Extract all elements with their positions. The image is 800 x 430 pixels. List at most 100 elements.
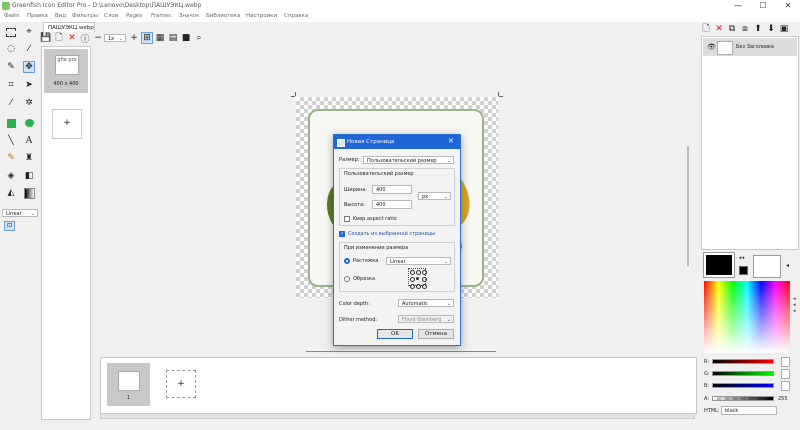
cancel-button[interactable]: Отмена [418, 329, 454, 339]
move-up-icon[interactable]: ⬆ [752, 23, 764, 35]
add-page-button[interactable]: + [52, 109, 82, 139]
selection-mode-icon[interactable]: ⊡ [4, 221, 15, 231]
layers-panel: 👁 Без Заголовка [701, 36, 799, 250]
crop-icon[interactable]: ⌗ [5, 79, 17, 91]
color-spectrum[interactable] [704, 281, 790, 353]
color-menu-icon[interactable]: ◂ [786, 262, 789, 269]
ellipse-icon[interactable] [23, 117, 35, 129]
merge-layer-icon[interactable]: ⧈ [739, 23, 751, 35]
search-icon[interactable]: ⌕ [193, 32, 205, 44]
menu-library[interactable]: Библиотека [206, 13, 240, 19]
swap-colors-icon[interactable]: ↔ [739, 254, 745, 262]
smudge-icon[interactable]: ◭ [5, 187, 17, 199]
dither-select[interactable]: Floyd-Steinberg ⌄ [398, 315, 454, 323]
eye-icon[interactable]: 👁 [707, 43, 716, 51]
custom-size-group: Пользовательский размер Ширина: 400 Высо… [339, 168, 455, 226]
zoom-out-icon[interactable]: − [92, 32, 104, 44]
frame-thumbnail[interactable]: 1 [107, 363, 150, 406]
ok-button[interactable]: OK [377, 329, 413, 339]
anchor-grid[interactable] [408, 268, 427, 289]
red-slider[interactable] [712, 359, 774, 364]
menu-icon[interactable]: Значок [179, 13, 199, 19]
brush-icon[interactable]: ✎ [5, 152, 17, 164]
secondary-color-swatch[interactable] [753, 255, 781, 278]
fit-view-icon[interactable]: ⊞ [141, 32, 153, 44]
rect-select-icon[interactable] [5, 26, 17, 38]
gradient-icon[interactable] [23, 187, 35, 199]
document-tab[interactable]: ПАШУЭКЦ.webp [43, 22, 95, 32]
color-depth-select[interactable]: Automatic ⌄ [398, 299, 454, 307]
menu-settings[interactable]: Настройки [246, 13, 277, 19]
maximize-button[interactable]: ☐ [751, 0, 775, 12]
primary-color-swatch[interactable] [703, 252, 735, 278]
pointer-icon[interactable]: ➤ [23, 79, 35, 91]
crop-radio[interactable] [344, 276, 350, 282]
rectangle-icon[interactable] [5, 117, 17, 129]
eraser-icon[interactable]: ◈ [5, 170, 17, 182]
frames-scrollbar[interactable] [100, 413, 695, 419]
move-select-icon[interactable]: ⌖ [23, 26, 35, 38]
grid-icon[interactable]: ▦ [154, 32, 166, 44]
menu-file[interactable]: Файл [4, 13, 19, 19]
dialog-close-button[interactable]: ✕ [448, 137, 454, 145]
menu-view[interactable]: Вид [55, 13, 66, 19]
info-icon[interactable]: ⓘ [79, 32, 91, 45]
menu-edit[interactable]: Правка [27, 13, 48, 19]
layer-row[interactable]: 👁 Без Заголовка [703, 38, 797, 56]
zoom-select[interactable]: 1x ⌄ [104, 34, 126, 42]
text-icon[interactable]: A [23, 135, 35, 147]
layer-thumbnail [717, 41, 733, 55]
move-tool-icon[interactable]: ✥ [23, 61, 35, 73]
interpolation-select[interactable]: Linear ⌄ [2, 209, 38, 217]
page-thumbnail[interactable]: gfie pro 400 x 400 [44, 49, 88, 93]
green-slider[interactable] [712, 371, 774, 376]
close-window-button[interactable]: ✕ [776, 0, 800, 12]
add-frame-button[interactable]: + [166, 370, 196, 398]
new-page-icon[interactable]: 🗋 [53, 32, 65, 44]
menu-help[interactable]: Справка [284, 13, 308, 19]
minimize-button[interactable]: — [726, 0, 750, 12]
spectrum-scroll-icon[interactable]: ◂ ◂ ◂ [793, 296, 796, 314]
create-from-selected-checkbox[interactable]: ✓ [339, 231, 345, 237]
pencil-icon[interactable]: ✎ [5, 61, 17, 73]
size-select[interactable]: Пользовательский размер ⌄ [363, 156, 454, 164]
stretch-radio[interactable] [344, 258, 350, 264]
layer-properties-icon[interactable]: ▣ [778, 23, 790, 35]
menu-filters[interactable]: Фильтры [72, 13, 98, 19]
lasso-icon[interactable]: ◌ [5, 43, 17, 55]
zoom-in-icon[interactable]: + [128, 32, 140, 44]
menu-frames[interactable]: Frames [151, 13, 171, 19]
save-icon[interactable]: 💾 [40, 32, 52, 44]
menu-pages[interactable]: Pages [126, 13, 142, 19]
delete-layer-icon[interactable]: ✕ [713, 23, 725, 35]
green-value-field[interactable] [781, 369, 790, 379]
sparkle-icon[interactable]: ✲ [23, 97, 35, 109]
eyedropper-icon[interactable]: ⁄ [5, 97, 17, 109]
duplicate-layer-icon[interactable]: ⧉ [726, 23, 738, 35]
layers-toolbar: 🗋 ✕ ⧉ ⧈ ⬆ ⬇ ▣ [700, 23, 798, 35]
unit-select[interactable]: px ⌄ [418, 192, 451, 200]
blue-value-field[interactable] [781, 381, 790, 391]
html-label: HTML: [704, 408, 720, 414]
pixel-grid-icon[interactable]: ▤ [167, 32, 179, 44]
move-down-icon[interactable]: ⬇ [765, 23, 777, 35]
red-value-field[interactable] [781, 357, 790, 367]
blue-slider[interactable] [712, 383, 774, 388]
alpha-slider[interactable] [712, 396, 774, 401]
keep-aspect-checkbox[interactable] [344, 216, 350, 222]
dialog-icon [337, 139, 345, 147]
height-field[interactable]: 400 [372, 200, 412, 209]
color-replace-icon[interactable]: ◧ [23, 170, 35, 182]
width-field[interactable]: 400 [372, 185, 412, 194]
background-icon[interactable]: ■ [180, 32, 192, 44]
delete-icon[interactable]: ✕ [66, 32, 78, 44]
menu-layers[interactable]: Слои [104, 13, 118, 19]
new-layer-icon[interactable]: 🗋 [700, 23, 712, 35]
fill-icon[interactable]: ♜ [23, 152, 35, 164]
dialog-title-bar: Новая Страница ✕ [334, 135, 460, 149]
line-icon[interactable]: ╲ [5, 135, 17, 147]
magic-wand-icon[interactable]: ⁄ [23, 43, 35, 55]
stretch-mode-select[interactable]: Linear ⌄ [386, 257, 451, 265]
html-color-field[interactable]: black [721, 406, 777, 415]
reset-colors-icon[interactable] [739, 266, 748, 275]
